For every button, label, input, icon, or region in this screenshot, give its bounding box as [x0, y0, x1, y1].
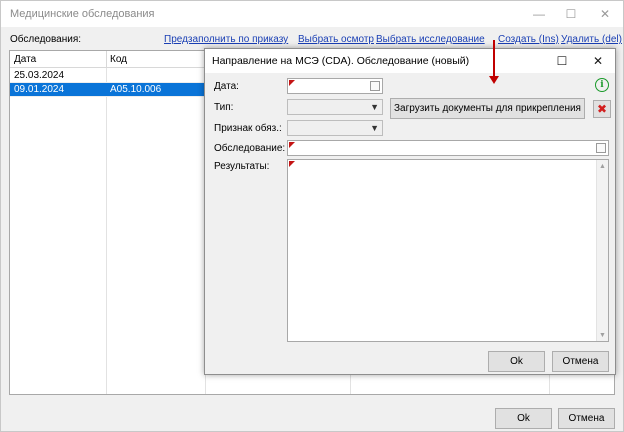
required-marker	[289, 161, 295, 167]
date-label: Дата:	[214, 81, 239, 92]
type-label: Тип:	[214, 102, 234, 113]
dialog-maximize-button[interactable]: ☐	[545, 49, 579, 73]
dialog-title: Направление на МСЭ (CDA). Обследование (…	[212, 55, 470, 67]
results-textarea[interactable]: ▲ ▼	[287, 159, 609, 342]
delete-attachment-icon[interactable]: ✖	[593, 100, 611, 118]
lookup-button[interactable]	[596, 143, 606, 153]
row-date: 09.01.2024	[14, 84, 65, 95]
cancel-button[interactable]: Отмена	[558, 408, 615, 429]
date-picker-checkbox[interactable]	[370, 81, 380, 91]
annotation-arrow-line	[493, 40, 495, 78]
dialog-ok-button[interactable]: Ok	[488, 351, 545, 372]
maximize-button[interactable]: ☐	[554, 1, 588, 27]
select-research-link[interactable]: Выбрать исследование	[376, 34, 485, 45]
type-select[interactable]: ▼	[287, 99, 383, 115]
results-scrollbar[interactable]: ▲ ▼	[596, 160, 608, 341]
column-header-code[interactable]: Код	[110, 54, 127, 65]
dialog-titlebar: Направление на МСЭ (CDA). Обследование (…	[205, 49, 615, 73]
examination-field[interactable]	[287, 140, 609, 156]
upload-documents-button[interactable]: Загрузить документы для прикрепления	[390, 98, 585, 119]
maximize-icon: ☐	[556, 54, 568, 68]
window-title: Медицинские обследования	[10, 8, 155, 20]
select-checkup-link[interactable]: Выбрать осмотр	[298, 34, 374, 45]
required-flag-select[interactable]: ▼	[287, 120, 383, 136]
close-button[interactable]: ✕	[588, 1, 622, 27]
info-icon[interactable]: i	[595, 78, 609, 92]
outer-titlebar: Медицинские обследования — ☐ ✕	[1, 1, 623, 27]
scroll-down-icon[interactable]: ▼	[597, 329, 608, 341]
required-marker	[289, 142, 295, 148]
annotation-arrow-head	[489, 76, 499, 84]
required-marker	[289, 80, 295, 86]
column-header-date[interactable]: Дата	[14, 54, 36, 65]
required-flag-label: Признак обяз.:	[214, 123, 282, 134]
results-label: Результаты:	[214, 161, 270, 172]
date-field[interactable]	[287, 78, 383, 94]
delete-link[interactable]: Удалить (del)	[561, 34, 622, 45]
close-icon: ✕	[599, 7, 611, 21]
minimize-icon: —	[533, 7, 545, 21]
prefill-by-order-link[interactable]: Предзаполнить по приказу	[164, 34, 288, 45]
exam-dialog: Направление на МСЭ (CDA). Обследование (…	[204, 48, 616, 375]
column-line	[106, 68, 107, 394]
create-link[interactable]: Создать (Ins)	[498, 34, 559, 45]
ok-button[interactable]: Ok	[495, 408, 552, 429]
row-code: A05.10.006	[110, 84, 162, 95]
column-separator	[106, 51, 107, 68]
row-date: 25.03.2024	[14, 70, 65, 81]
chevron-down-icon: ▼	[370, 102, 379, 112]
dialog-close-button[interactable]: ✕	[581, 49, 615, 73]
chevron-down-icon: ▼	[370, 123, 379, 133]
examination-label: Обследование:	[214, 143, 286, 154]
scroll-up-icon[interactable]: ▲	[597, 160, 608, 172]
examinations-label: Обследования:	[10, 34, 82, 45]
minimize-button[interactable]: —	[522, 1, 556, 27]
maximize-icon: ☐	[565, 7, 577, 21]
dialog-cancel-button[interactable]: Отмена	[552, 351, 609, 372]
close-icon: ✕	[592, 54, 604, 68]
